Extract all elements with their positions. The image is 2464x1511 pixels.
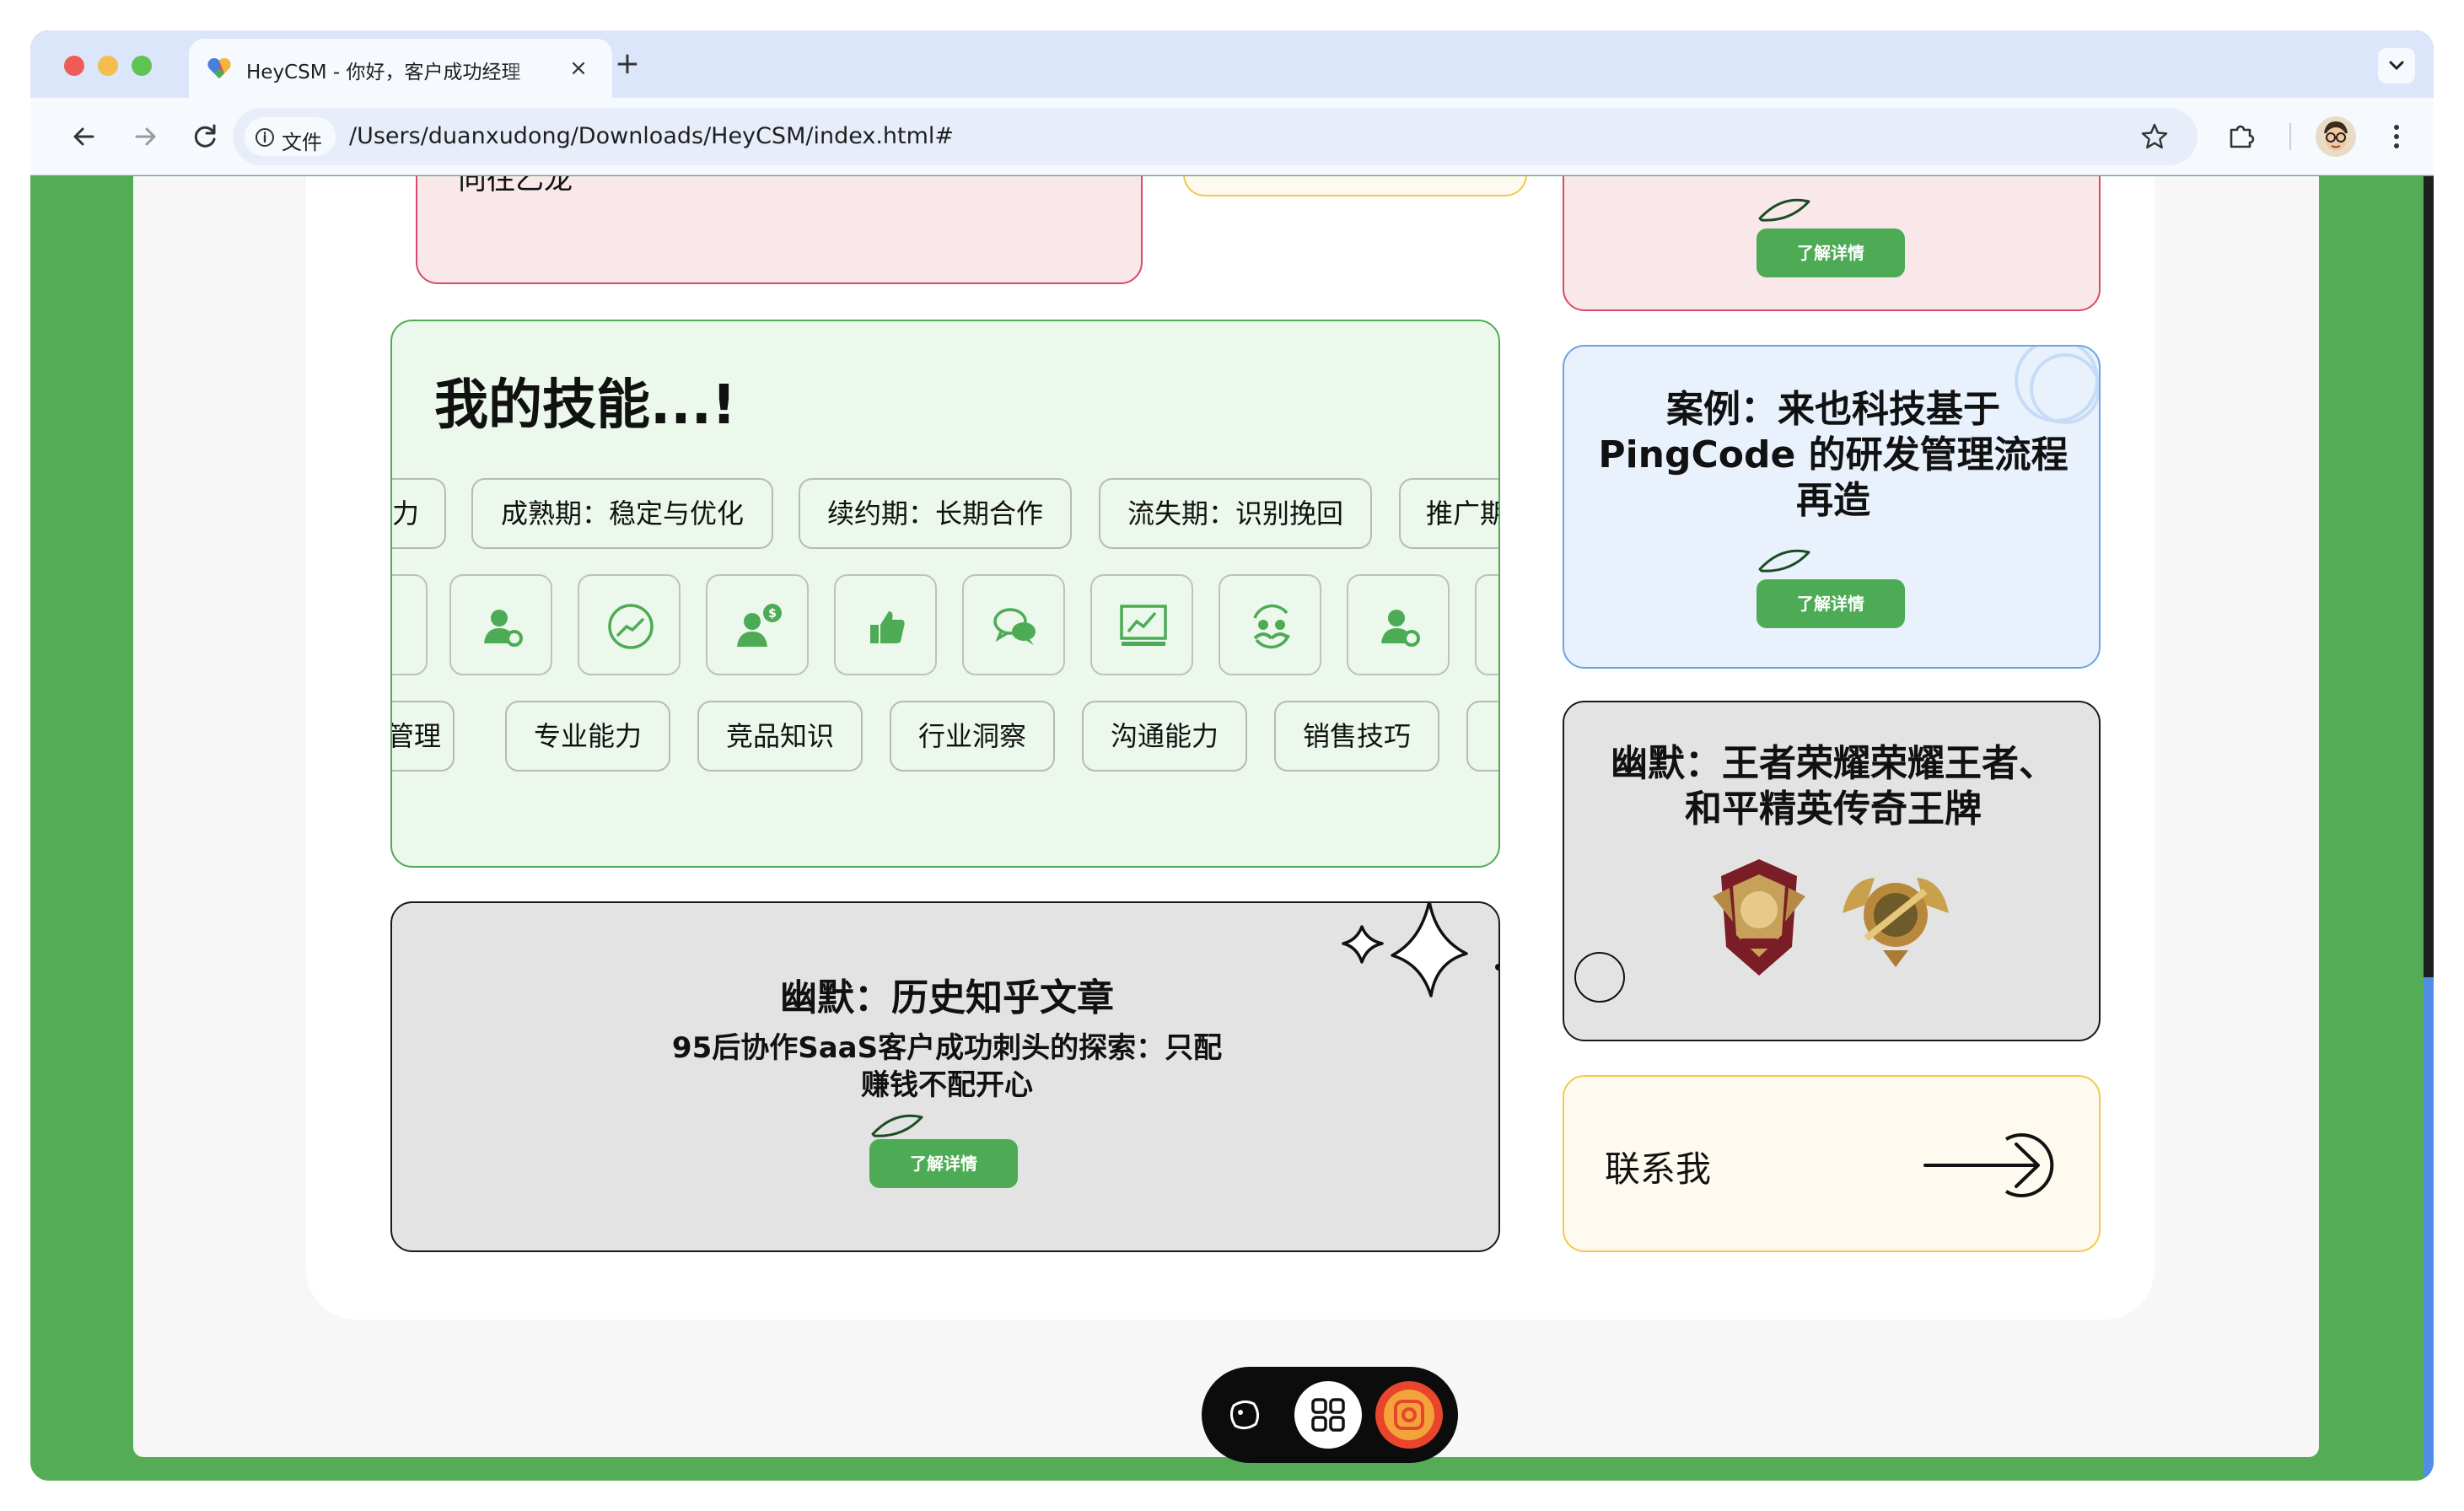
skill-icon-tile (449, 574, 552, 675)
contact-label: 联系我 (1605, 1148, 1712, 1190)
skill-chip: 管理 (392, 701, 455, 772)
toolbar-divider (2289, 123, 2291, 150)
active-tab[interactable]: HeyCSM - 你好，客户成功经理 × (189, 39, 612, 98)
arrow-right-circle-icon[interactable] (1922, 1127, 2057, 1203)
arrow-left-icon (73, 127, 94, 146)
skill-icon-tile (578, 574, 681, 675)
minimize-window-button[interactable] (98, 56, 118, 76)
humor-articles-subtitle: 95后协作SaaS客户成功刺头的探索：只配赚钱不配开心 (671, 1031, 1223, 1102)
skill-chip: 成熟期：稳定与优化 (471, 478, 773, 549)
info-icon (256, 128, 274, 147)
skill-icon-tile (1347, 574, 1450, 675)
back-button[interactable] (64, 116, 105, 157)
skill-icon-tile: $ (706, 574, 809, 675)
close-window-button[interactable] (64, 56, 84, 76)
ace-rank-badge-icon (1843, 878, 1949, 967)
user-dollar-icon: $ (737, 604, 782, 647)
site-info-chip[interactable]: 文件 (245, 117, 336, 156)
contact-card[interactable]: 联系我 (1563, 1075, 2101, 1252)
skill-chip: 推广期 (1399, 478, 1498, 549)
tab-search-button[interactable] (2378, 48, 2415, 83)
page-frame: 向往乙龙 了解详情 我的技能...! 力 成熟期：稳定与优化 续约期：长期合作 … (133, 176, 2319, 1463)
address-bar[interactable]: 文件 /Users/duanxudong/Downloads/HeyCSM/in… (233, 108, 2198, 165)
humor-articles-detail-button[interactable]: 了解详情 (869, 1139, 1018, 1188)
skill-chip: 流失期：识别挽回 (1099, 478, 1372, 549)
browser-menu-button[interactable] (2376, 116, 2417, 157)
scrollbar-track[interactable] (2424, 176, 2434, 977)
bottom-dock (1202, 1367, 1458, 1463)
user-sync-icon (1253, 604, 1290, 649)
tab-title: HeyCSM - 你好，客户成功经理 (246, 62, 521, 83)
skill-chip: 力 (392, 478, 446, 549)
skill-chip: 续约期：长期合作 (799, 478, 1072, 549)
skill-chip: 沟通能力 (1082, 701, 1247, 772)
top-pink-card[interactable]: 向往乙龙 (416, 176, 1143, 284)
skill-icon-tile (1219, 574, 1321, 675)
grid-view-button[interactable] (1294, 1381, 1362, 1449)
thumbs-up-icon (870, 611, 905, 643)
skill-chip: 竞品知识 (697, 701, 863, 772)
profile-avatar[interactable] (2316, 116, 2356, 157)
chat-bubbles-icon (993, 608, 1036, 645)
reload-icon (194, 124, 216, 148)
skills-card: 我的技能...! 力 成熟期：稳定与优化 续约期：长期合作 流失期：识别挽回 推… (390, 320, 1500, 868)
skill-chip: 销售技巧 (1274, 701, 1439, 772)
page-viewport: 向往乙龙 了解详情 我的技能...! 力 成熟期：稳定与优化 续约期：长期合作 … (30, 176, 2434, 1481)
paper-plane-doodle-icon (1758, 549, 1810, 573)
tab-bar: HeyCSM - 你好，客户成功经理 × + (30, 30, 2434, 98)
humor-articles-title: 幽默：历史知乎文章 (780, 976, 1114, 1019)
paper-plane-doodle-icon (1758, 198, 1810, 222)
new-tab-button[interactable]: + (611, 48, 644, 82)
kebab-menu-icon (2394, 125, 2399, 148)
skill-icon-tile (1090, 574, 1193, 675)
top-pink-card-text: 向往乙龙 (458, 176, 573, 196)
browser-toolbar: 文件 /Users/duanxudong/Downloads/HeyCSM/in… (30, 98, 2434, 175)
user-avatar-icon (2316, 116, 2356, 157)
top-right-pink-card[interactable]: 了解详情 (1563, 176, 2101, 311)
zoom-window-button[interactable] (132, 56, 152, 76)
user-gear-icon (1381, 610, 1420, 647)
heart-favicon-icon (207, 58, 231, 78)
paper-plane-doodle-icon (871, 1114, 923, 1137)
bookmark-star-icon[interactable] (2140, 122, 2169, 151)
puzzle-piece-icon (2230, 125, 2255, 148)
skills-title: 我的技能...! (434, 374, 737, 437)
case-study-title: 案例：来也科技基于 PingCode 的研发管理流程再造 (1598, 388, 2069, 522)
user-gear-icon (484, 610, 523, 647)
skill-icon-tile (834, 574, 937, 675)
presentation-chart-icon (1120, 605, 1167, 646)
url-text[interactable]: /Users/duanxudong/Downloads/HeyCSM/index… (349, 123, 954, 149)
tab-close-button[interactable]: × (563, 53, 594, 83)
forward-button[interactable] (125, 116, 165, 157)
grid-icon (1311, 1398, 1345, 1432)
reload-button[interactable] (186, 116, 226, 157)
chevron-down-icon (2389, 61, 2404, 71)
skill-chip: 专业能力 (505, 701, 670, 772)
content-panel: 向往乙龙 了解详情 我的技能...! 力 成熟期：稳定与优化 续约期：长期合作 … (306, 176, 2155, 1320)
top-yellow-card[interactable] (1183, 176, 1527, 196)
svg-text:$: $ (768, 607, 777, 621)
gallery-button[interactable] (1375, 1381, 1443, 1449)
skill-icon-tile (392, 574, 428, 675)
skill-chip: 行业洞察 (890, 701, 1055, 772)
site-info-label: 文件 (282, 131, 322, 154)
browser-window: HeyCSM - 你好，客户成功经理 × + 文件 /Users/duanxud… (30, 30, 2434, 1481)
case-study-card[interactable]: 案例：来也科技基于 PingCode 的研发管理流程再造 了解详情 (1563, 345, 2101, 669)
sticker-icon[interactable] (1227, 1397, 1262, 1433)
top-right-detail-button[interactable]: 了解详情 (1757, 229, 1905, 277)
skill-icon-tile (1475, 574, 1498, 675)
arrow-right-icon (135, 127, 156, 146)
case-study-detail-button[interactable]: 了解详情 (1757, 579, 1905, 628)
extensions-button[interactable] (2221, 116, 2262, 157)
circle-doodle (1574, 952, 1625, 1003)
skill-icon-tile (962, 574, 1065, 675)
humor-articles-card[interactable]: 幽默：历史知乎文章 95后协作SaaS客户成功刺头的探索：只配赚钱不配开心 了解… (390, 901, 1500, 1252)
image-icon (1384, 1390, 1434, 1440)
humor-games-card[interactable]: 幽默：王者荣耀荣耀王者、和平精英传奇王牌 (1563, 701, 2101, 1041)
scrollbar-thumb[interactable] (2424, 977, 2434, 1481)
chart-circle-icon (608, 604, 654, 649)
king-rank-badge-icon (1713, 859, 1805, 976)
humor-games-title: 幽默：王者荣耀荣耀王者、和平精英传奇王牌 (1611, 742, 2056, 831)
skill-chip (1466, 701, 1498, 772)
